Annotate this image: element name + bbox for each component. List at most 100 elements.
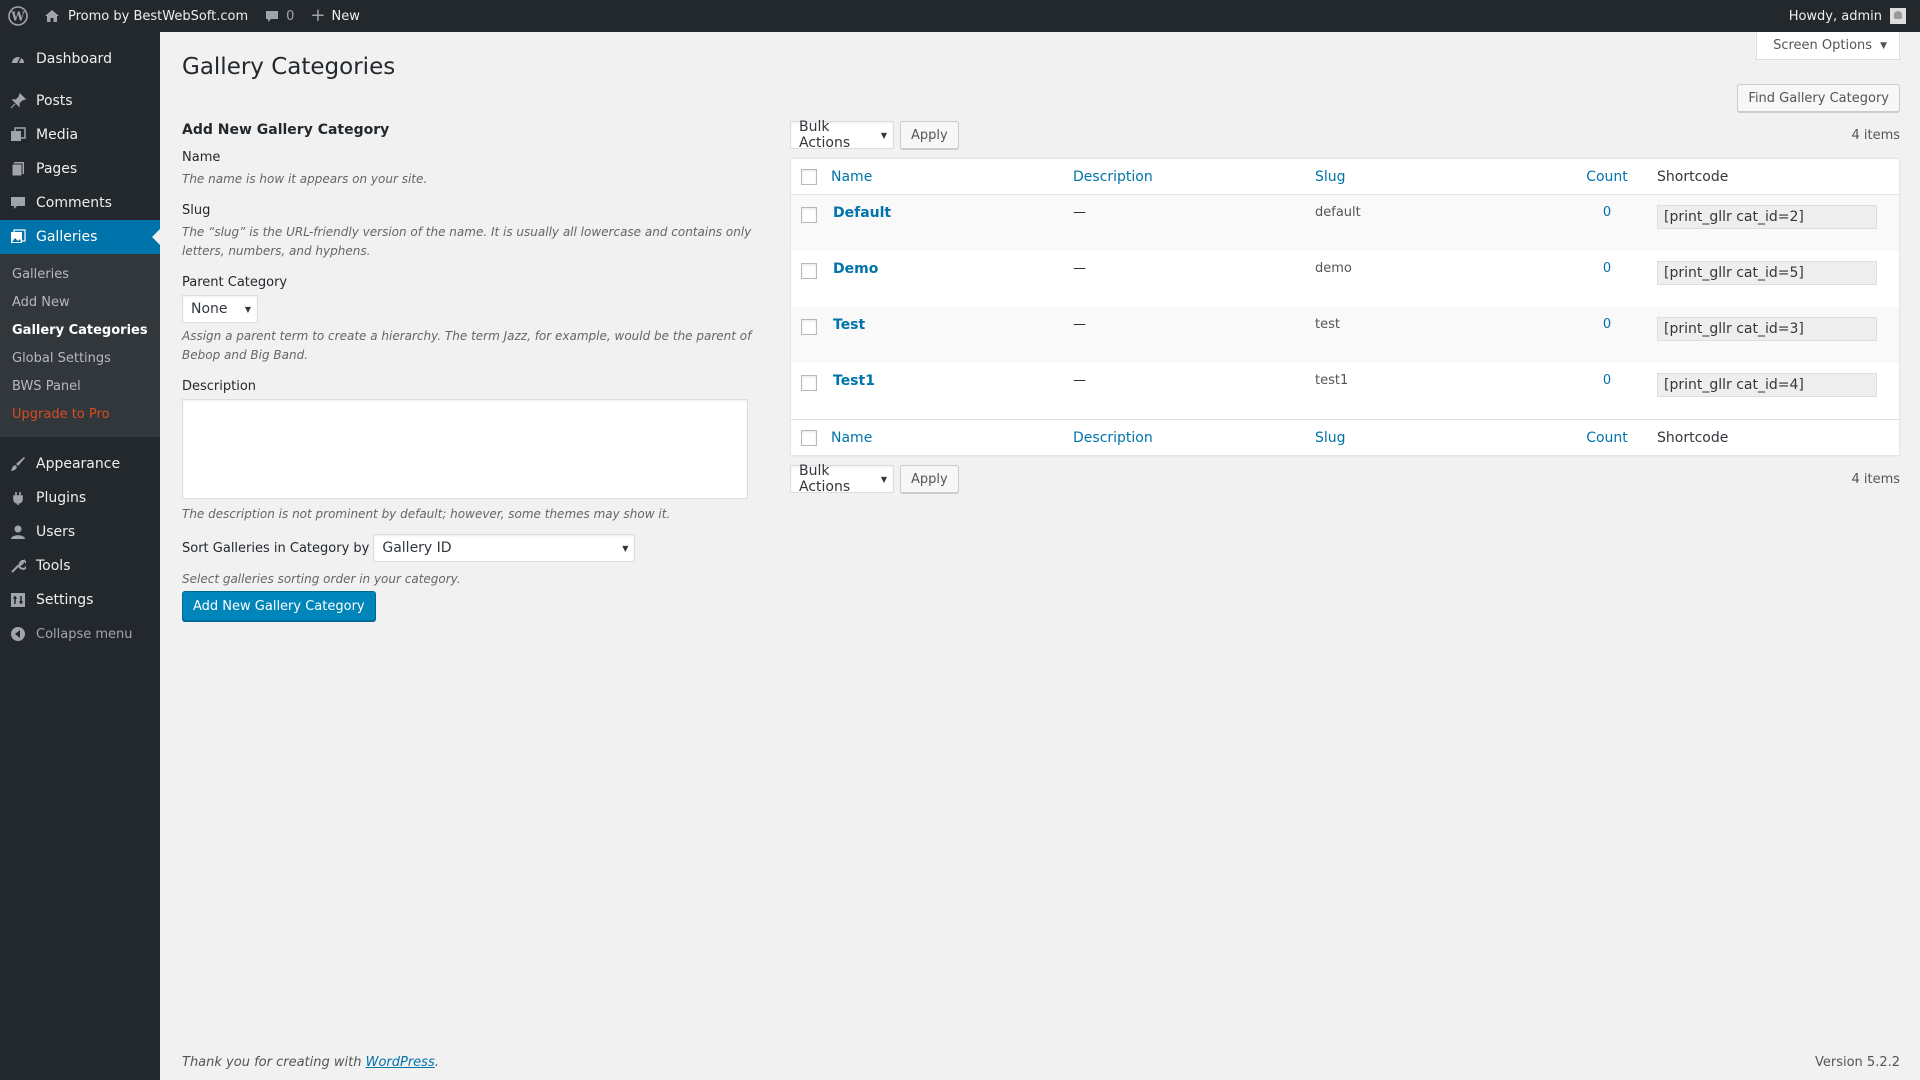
category-slug: test — [1315, 317, 1340, 332]
sort-galleries-select[interactable]: Gallery ID ▼ — [373, 534, 636, 562]
menu-item-users[interactable]: Users — [0, 515, 160, 549]
page-title: Gallery Categories — [182, 54, 396, 80]
table-header-row: Name Description Slug Count Shortcode — [791, 159, 1899, 195]
apply-button-bottom[interactable]: Apply — [900, 465, 959, 493]
category-slug: demo — [1315, 261, 1352, 276]
category-name-link[interactable]: Demo — [831, 261, 878, 277]
menu-item-dashboard[interactable]: Dashboard — [0, 42, 160, 76]
home-icon — [44, 8, 60, 24]
table-row: Demo — demo 0 [print_gllr cat_id=5] — [791, 251, 1899, 307]
menu-label: Tools — [36, 558, 71, 574]
collapse-menu-button[interactable]: Collapse menu — [0, 617, 160, 651]
name-description: The name is how it appears on your site. — [182, 172, 428, 186]
select-all-checkbox-bottom[interactable] — [801, 429, 817, 446]
shortcode-field[interactable]: [print_gllr cat_id=5] — [1657, 261, 1877, 285]
footer-thanks-suffix: . — [434, 1055, 439, 1070]
table-row: Default — default 0 [print_gllr cat_id=2… — [791, 195, 1899, 251]
category-name-link[interactable]: Test — [831, 317, 865, 333]
column-header-description[interactable]: Description — [1073, 169, 1153, 185]
menu-item-posts[interactable]: Posts — [0, 84, 160, 118]
settings-icon — [10, 592, 26, 608]
user-icon — [10, 524, 26, 540]
comment-icon — [10, 195, 26, 211]
new-content-link[interactable]: + New — [302, 0, 367, 32]
category-slug: test1 — [1315, 373, 1349, 388]
apply-button[interactable]: Apply — [900, 121, 959, 149]
parent-category-select[interactable]: None ▼ — [182, 295, 258, 323]
submenu-item-add-new[interactable]: Add New — [0, 289, 160, 317]
menu-label: Settings — [36, 592, 94, 608]
submenu-item-galleries[interactable]: Galleries — [0, 261, 160, 289]
column-header-count[interactable]: Count — [1586, 169, 1628, 185]
bulk-actions-select[interactable]: Bulk Actions ▼ — [790, 119, 894, 151]
comments-link[interactable]: 0 — [256, 0, 302, 32]
menu-item-tools[interactable]: Tools — [0, 549, 160, 583]
category-count-link[interactable]: 0 — [1603, 317, 1611, 332]
menu-item-media[interactable]: Media — [0, 118, 160, 152]
footer-version: Version 5.2.2 — [1814, 1055, 1900, 1070]
column-header-slug[interactable]: Slug — [1315, 169, 1346, 185]
row-checkbox[interactable] — [801, 263, 817, 279]
svg-text:W: W — [10, 10, 25, 24]
category-name-link[interactable]: Default — [831, 205, 891, 221]
menu-item-appearance[interactable]: Appearance — [0, 447, 160, 481]
column-footer-description[interactable]: Description — [1073, 430, 1153, 446]
sort-label: Sort Galleries in Category by — [182, 540, 370, 556]
pages-icon — [10, 161, 26, 177]
menu-label: Dashboard — [36, 51, 112, 67]
add-category-form: Add New Gallery Category Name The name i… — [182, 122, 762, 621]
category-count-link[interactable]: 0 — [1603, 205, 1611, 220]
categories-list: Bulk Actions ▼ Apply 4 items Name Descri… — [790, 119, 1900, 495]
select-all-checkbox[interactable] — [801, 168, 817, 185]
menu-item-pages[interactable]: Pages — [0, 152, 160, 186]
wordpress-logo-icon[interactable]: W — [0, 0, 36, 32]
media-icon — [10, 127, 26, 143]
shortcode-field[interactable]: [print_gllr cat_id=4] — [1657, 373, 1877, 397]
description-textarea[interactable] — [182, 399, 748, 499]
admin-menu: Dashboard Posts Media Pages Comments Gal… — [0, 32, 160, 1080]
submenu-item-global-settings[interactable]: Global Settings — [0, 345, 160, 373]
caret-down-icon: ▼ — [1880, 40, 1887, 51]
site-name-link[interactable]: Promo by BestWebSoft.com — [36, 0, 256, 32]
my-account-link[interactable]: Howdy, admin — [1781, 0, 1920, 32]
menu-item-comments[interactable]: Comments — [0, 186, 160, 220]
row-checkbox[interactable] — [801, 207, 817, 223]
add-new-category-button[interactable]: Add New Gallery Category — [182, 591, 376, 621]
category-description: — — [1073, 317, 1086, 332]
row-checkbox[interactable] — [801, 375, 817, 391]
category-count-link[interactable]: 0 — [1603, 373, 1611, 388]
shortcode-field[interactable]: [print_gllr cat_id=3] — [1657, 317, 1877, 341]
menu-item-settings[interactable]: Settings — [0, 583, 160, 617]
howdy-text: Howdy, admin — [1788, 8, 1882, 24]
pin-icon — [10, 93, 26, 109]
row-checkbox[interactable] — [801, 319, 817, 335]
column-footer-name[interactable]: Name — [831, 430, 872, 446]
slug-description: The “slug” is the URL-friendly version o… — [182, 225, 752, 258]
wordpress-link[interactable]: WordPress — [366, 1055, 435, 1070]
main-content: Screen Options ▼ Gallery Categories Find… — [160, 32, 1920, 1080]
tablenav-bottom: Bulk Actions ▼ Apply 4 items — [790, 463, 1900, 495]
bulk-actions-value: Bulk Actions — [799, 463, 851, 495]
submenu-item-upgrade-to-pro[interactable]: Upgrade to Pro — [0, 401, 160, 429]
submenu-item-gallery-categories[interactable]: Gallery Categories — [0, 317, 160, 345]
menu-item-plugins[interactable]: Plugins — [0, 481, 160, 515]
gallery-icon — [10, 229, 26, 245]
description-label: Description — [182, 379, 257, 394]
footer-thanks: Thank you for creating with WordPress. — [182, 1055, 439, 1070]
admin-bar: W Promo by BestWebSoft.com 0 + New Howdy… — [0, 0, 1920, 32]
menu-item-galleries[interactable]: Galleries — [0, 220, 160, 254]
find-gallery-category-button[interactable]: Find Gallery Category — [1737, 84, 1900, 112]
shortcode-field[interactable]: [print_gllr cat_id=2] — [1657, 205, 1877, 229]
category-description: — — [1073, 261, 1086, 276]
screen-options-button[interactable]: Screen Options ▼ — [1756, 32, 1900, 60]
submenu-item-bws-panel[interactable]: BWS Panel — [0, 373, 160, 401]
category-name-link[interactable]: Test1 — [831, 373, 875, 389]
column-header-name[interactable]: Name — [831, 169, 872, 185]
column-footer-count[interactable]: Count — [1586, 430, 1628, 446]
category-count-link[interactable]: 0 — [1603, 261, 1611, 276]
tablenav-top: Bulk Actions ▼ Apply 4 items — [790, 119, 1900, 151]
menu-label: Comments — [36, 195, 112, 211]
column-footer-slug[interactable]: Slug — [1315, 430, 1346, 446]
menu-label: Plugins — [36, 490, 87, 506]
bulk-actions-select-bottom[interactable]: Bulk Actions ▼ — [790, 463, 894, 495]
